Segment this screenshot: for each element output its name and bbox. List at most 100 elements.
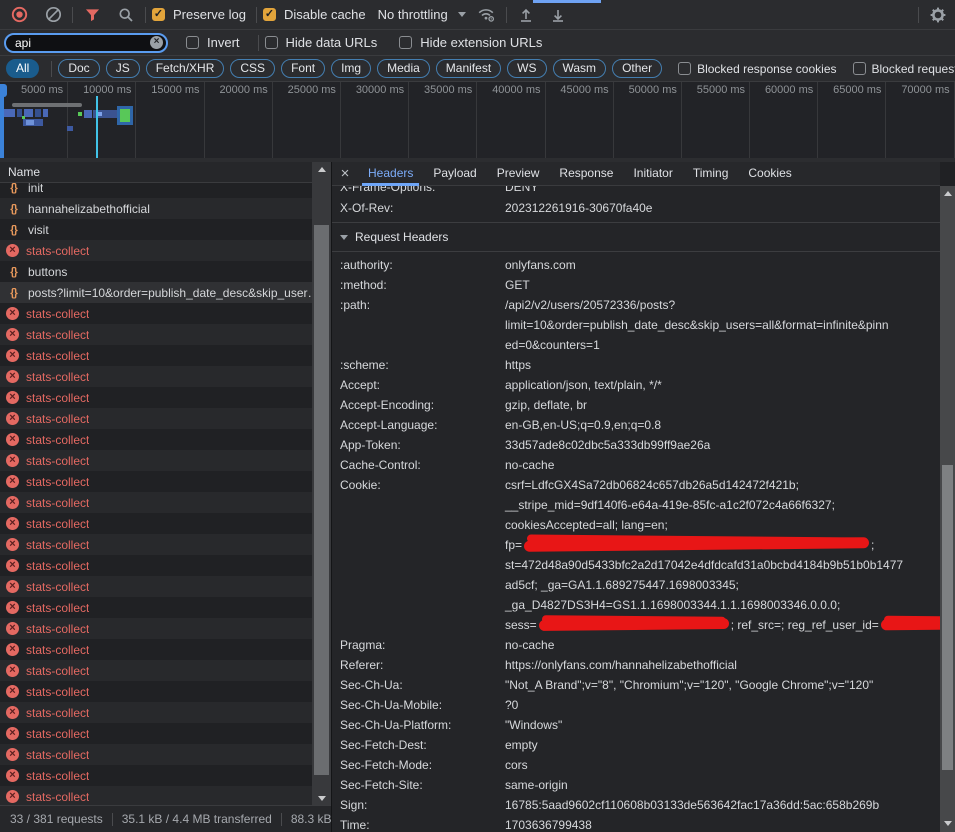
request-row[interactable]: ×stats-collect: [0, 786, 312, 807]
scroll-down-icon[interactable]: [312, 791, 331, 805]
request-row[interactable]: ×stats-collect: [0, 534, 312, 555]
checkbox-unchecked-icon[interactable]: [265, 36, 278, 49]
clear-filter-icon[interactable]: ×: [150, 36, 163, 49]
filter-pill-wasm[interactable]: Wasm: [553, 59, 607, 78]
request-row[interactable]: ×stats-collect: [0, 744, 312, 765]
request-row[interactable]: ×stats-collect: [0, 765, 312, 786]
tab-cookies[interactable]: Cookies: [738, 162, 801, 186]
checkbox-blocked-response-cookies[interactable]: Blocked response cookies: [678, 62, 836, 76]
hide-extension-urls-checkbox[interactable]: Hide extension URLs: [399, 35, 546, 50]
request-row[interactable]: ×stats-collect: [0, 597, 312, 618]
scroll-up-icon[interactable]: [312, 162, 331, 176]
filter-pill-fetch-xhr[interactable]: Fetch/XHR: [146, 59, 225, 78]
scrollbar-thumb[interactable]: [942, 465, 953, 770]
export-har-icon[interactable]: [545, 3, 571, 27]
tab-headers[interactable]: Headers: [358, 162, 423, 186]
request-headers-section[interactable]: Request Headers: [332, 223, 940, 252]
request-row[interactable]: ×stats-collect: [0, 723, 312, 744]
checkbox-checked-icon[interactable]: [152, 8, 165, 21]
record-icon[interactable]: [6, 3, 32, 27]
request-list-scrollbar[interactable]: [312, 162, 331, 805]
request-row[interactable]: ×stats-collect: [0, 513, 312, 534]
scroll-down-icon[interactable]: [940, 816, 955, 830]
request-row[interactable]: ×stats-collect: [0, 681, 312, 702]
name-column-header[interactable]: Name: [0, 162, 312, 183]
request-row[interactable]: ×stats-collect: [0, 408, 312, 429]
scrollbar-thumb[interactable]: [314, 225, 329, 775]
search-icon[interactable]: [113, 3, 139, 27]
error-icon: ×: [6, 328, 19, 341]
request-row[interactable]: ×stats-collect: [0, 618, 312, 639]
clear-network-log-icon[interactable]: [40, 3, 66, 27]
request-row[interactable]: ×stats-collect: [0, 240, 312, 261]
request-name: stats-collect: [26, 307, 89, 321]
request-row[interactable]: ×stats-collect: [0, 555, 312, 576]
request-row[interactable]: {}posts?limit=10&order=publish_date_desc…: [0, 282, 312, 303]
filter-pill-manifest[interactable]: Manifest: [436, 59, 501, 78]
filter-pill-doc[interactable]: Doc: [58, 59, 99, 78]
timeline-tick-label: 30000 ms: [341, 82, 408, 96]
filter-pill-js[interactable]: JS: [106, 59, 140, 78]
disable-cache-checkbox[interactable]: Disable cache: [263, 7, 370, 22]
filter-pill-ws[interactable]: WS: [507, 59, 546, 78]
overview-column: 25000 ms: [273, 82, 341, 158]
filter-input[interactable]: [4, 33, 168, 53]
request-row[interactable]: {}visit: [0, 219, 312, 240]
import-har-icon[interactable]: [513, 3, 539, 27]
network-overview-timeline[interactable]: 5000 ms10000 ms15000 ms20000 ms25000 ms3…: [0, 82, 955, 158]
tab-timing[interactable]: Timing: [683, 162, 739, 186]
filter-pill-all[interactable]: All: [6, 59, 39, 78]
request-row[interactable]: ×stats-collect: [0, 303, 312, 324]
tab-preview[interactable]: Preview: [487, 162, 550, 186]
request-row[interactable]: ×stats-collect: [0, 387, 312, 408]
chevron-down-icon[interactable]: [458, 12, 466, 17]
header-name: Sec-Fetch-Site:: [340, 775, 505, 795]
throttling-dropdown[interactable]: No throttling: [378, 7, 448, 22]
tab-payload[interactable]: Payload: [423, 162, 486, 186]
request-row[interactable]: ×stats-collect: [0, 366, 312, 387]
divider: [281, 813, 282, 826]
preserve-log-checkbox[interactable]: Preserve log: [152, 7, 250, 22]
request-row[interactable]: ×stats-collect: [0, 450, 312, 471]
checkbox-unchecked-icon[interactable]: [678, 62, 691, 75]
filter-pill-media[interactable]: Media: [377, 59, 430, 78]
header-value: https://onlyfans.com/hannahelizabethoffi…: [505, 655, 940, 675]
scroll-up-icon[interactable]: [940, 186, 955, 200]
header-value: no-cache: [505, 635, 940, 655]
request-row[interactable]: ×stats-collect: [0, 324, 312, 345]
checkbox-checked-icon[interactable]: [263, 8, 276, 21]
header-value: GET: [505, 275, 940, 295]
filter-pill-font[interactable]: Font: [281, 59, 325, 78]
tab-initiator[interactable]: Initiator: [623, 162, 682, 186]
request-row[interactable]: ×stats-collect: [0, 639, 312, 660]
request-row[interactable]: {}hannahelizabethofficial: [0, 198, 312, 219]
request-row[interactable]: ×stats-collect: [0, 345, 312, 366]
request-row[interactable]: ×stats-collect: [0, 429, 312, 450]
checkbox-unchecked-icon[interactable]: [186, 36, 199, 49]
invert-checkbox[interactable]: Invert: [186, 35, 244, 50]
filter-pill-img[interactable]: Img: [331, 59, 371, 78]
filter-pill-css[interactable]: CSS: [230, 59, 275, 78]
filter-funnel-icon[interactable]: [79, 3, 105, 27]
triangle-down-icon[interactable]: [340, 235, 348, 240]
request-row[interactable]: ×stats-collect: [0, 471, 312, 492]
checkbox-unchecked-icon[interactable]: [399, 36, 412, 49]
request-row[interactable]: ×stats-collect: [0, 702, 312, 723]
request-row[interactable]: {}init: [0, 183, 312, 198]
request-row[interactable]: ×stats-collect: [0, 576, 312, 597]
checkbox-unchecked-icon[interactable]: [853, 62, 866, 75]
request-row[interactable]: ×stats-collect: [0, 492, 312, 513]
overview-brush-handle[interactable]: [0, 84, 7, 97]
header-row: Sec-Fetch-Dest:empty: [332, 735, 940, 755]
network-conditions-icon[interactable]: [474, 3, 500, 27]
details-scrollbar[interactable]: [940, 186, 955, 832]
request-row[interactable]: {}buttons: [0, 261, 312, 282]
settings-gear-icon[interactable]: [925, 3, 951, 27]
timeline-tick-label: 20000 ms: [205, 82, 272, 96]
filter-pill-other[interactable]: Other: [612, 59, 662, 78]
tab-response[interactable]: Response: [549, 162, 623, 186]
hide-data-urls-checkbox[interactable]: Hide data URLs: [265, 35, 382, 50]
checkbox-blocked-requests[interactable]: Blocked requests: [853, 62, 955, 76]
request-row[interactable]: ×stats-collect: [0, 660, 312, 681]
close-icon[interactable]: ×: [332, 165, 358, 182]
